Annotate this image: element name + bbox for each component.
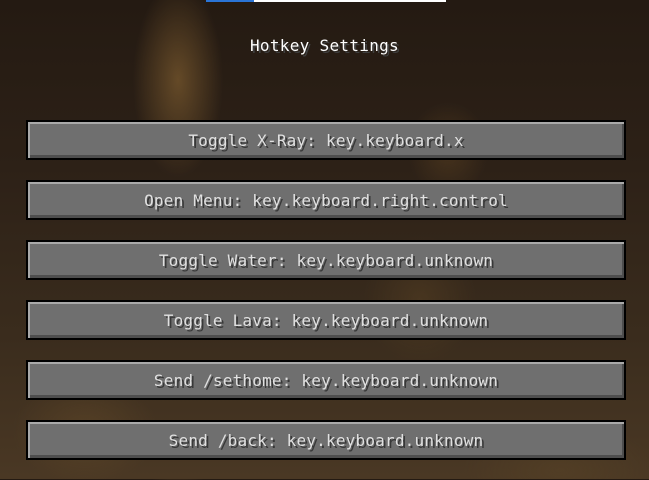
button-label: Toggle X-Ray: key.keyboard.x — [188, 130, 464, 150]
button-label: Toggle Water: key.keyboard.unknown — [158, 250, 494, 270]
button-label: Open Menu: key.keyboard.right.control — [144, 190, 508, 210]
open-menu-hotkey-button[interactable]: Open Menu: key.keyboard.right.control — [26, 180, 626, 220]
toggle-xray-hotkey-button[interactable]: Toggle X-Ray: key.keyboard.x — [26, 120, 626, 160]
button-label: Toggle Lava: key.keyboard.unknown — [163, 310, 489, 330]
button-label: Send /back: key.keyboard.unknown — [168, 430, 484, 450]
page-title: Hotkey Settings — [250, 36, 399, 55]
toggle-lava-hotkey-button[interactable]: Toggle Lava: key.keyboard.unknown — [26, 300, 626, 340]
send-sethome-hotkey-button[interactable]: Send /sethome: key.keyboard.unknown — [26, 360, 626, 400]
hotkey-button-list: Toggle X-Ray: key.keyboard.x Open Menu: … — [26, 120, 626, 480]
top-progress-bar — [206, 0, 446, 2]
button-label: Send /sethome: key.keyboard.unknown — [153, 370, 499, 390]
send-back-hotkey-button[interactable]: Send /back: key.keyboard.unknown — [26, 420, 626, 460]
toggle-water-hotkey-button[interactable]: Toggle Water: key.keyboard.unknown — [26, 240, 626, 280]
top-progress-fill — [206, 0, 254, 2]
